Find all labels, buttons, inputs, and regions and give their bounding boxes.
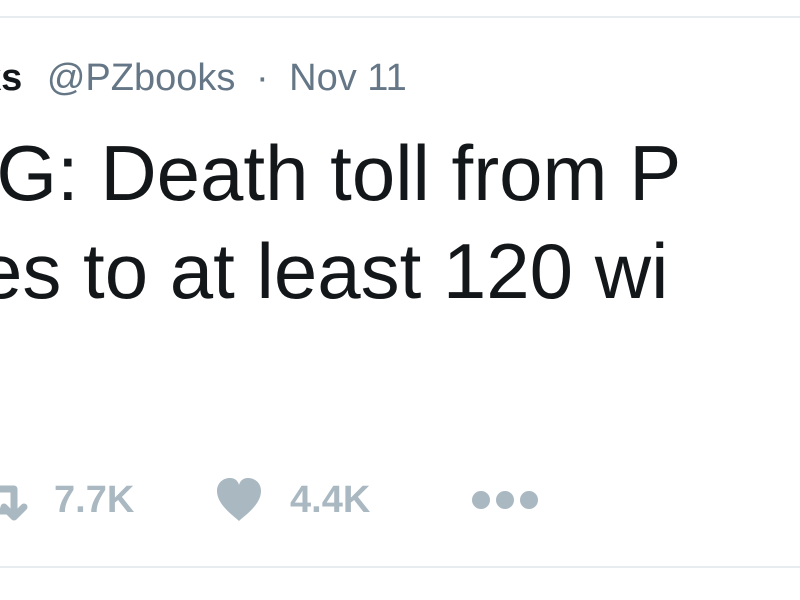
- author-name[interactable]: ks: [0, 57, 22, 99]
- separator-dot: ·: [255, 57, 269, 99]
- author-handle[interactable]: @PZbooks: [47, 57, 236, 99]
- top-divider: [0, 16, 800, 18]
- tweet-header: ks @PZbooks · Nov 11: [0, 52, 407, 104]
- more-dot: [520, 491, 538, 509]
- more-dot: [496, 491, 514, 509]
- more-button[interactable]: [472, 470, 538, 530]
- heart-icon: [214, 477, 264, 523]
- retweet-count: 7.7K: [54, 478, 135, 521]
- retweet-button[interactable]: 7.7K: [0, 470, 134, 530]
- bottom-divider: [0, 566, 800, 568]
- like-button[interactable]: 4.4K: [214, 470, 370, 530]
- retweet-icon: [0, 477, 28, 523]
- more-dot: [472, 491, 490, 509]
- tweet-text: NG: Death toll from P ses to at least 12…: [0, 124, 800, 320]
- tweet-text-line: ses to at least 120 wi: [0, 227, 669, 315]
- tweet-date[interactable]: Nov 11: [289, 57, 407, 99]
- tweet-actions: 7.7K 4.4K: [0, 470, 800, 530]
- tweet-text-line: NG: Death toll from P: [0, 129, 682, 217]
- like-count: 4.4K: [290, 478, 371, 521]
- tweet-card: ks @PZbooks · Nov 11 NG: Death toll from…: [0, 0, 800, 600]
- more-icon: [472, 491, 538, 509]
